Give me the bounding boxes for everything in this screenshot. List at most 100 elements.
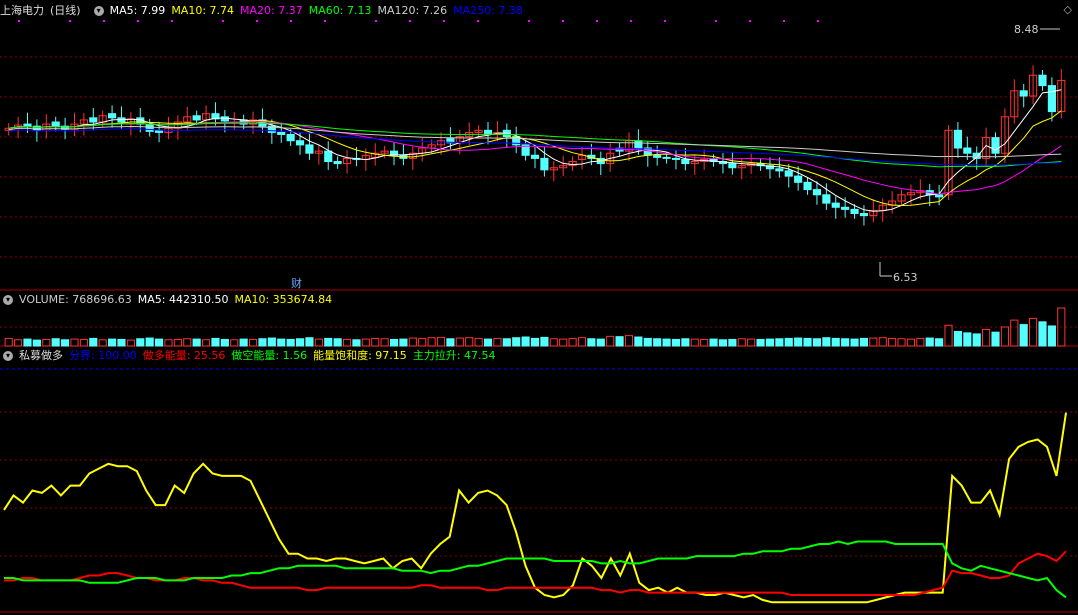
candle-body [841, 206, 850, 210]
signal-dot [137, 20, 139, 22]
volume-bar [775, 338, 784, 347]
volume-bar [521, 336, 530, 347]
candle-body [794, 175, 803, 183]
signal-dot [290, 20, 292, 22]
candle-body [483, 129, 493, 135]
volume-bar [925, 337, 934, 347]
volume-bar [389, 338, 399, 347]
signal-dot [409, 20, 411, 22]
signal-dot [443, 20, 445, 22]
candle-body [277, 131, 286, 135]
volume-bar [624, 335, 634, 347]
candle-body [681, 158, 690, 165]
volume-bar [709, 338, 718, 347]
volume-bar [399, 338, 408, 347]
candle-body [333, 161, 342, 165]
volume-bar [512, 337, 521, 347]
volume-bar [1010, 319, 1019, 347]
candle-body [991, 137, 1000, 154]
volume-bar [446, 338, 455, 347]
volume-bar [61, 339, 70, 347]
volume-bar [98, 339, 107, 347]
candle-body [540, 157, 549, 171]
volume-bar [295, 338, 305, 347]
volume-bar [803, 337, 812, 347]
volume-bar [361, 338, 370, 347]
volume-bar [211, 337, 220, 347]
volume-bar [164, 339, 173, 347]
stock-chart[interactable]: 8.48 6.53 财 [0, 0, 1078, 615]
volume-bar [145, 337, 154, 347]
volume-bar [493, 337, 502, 347]
volume-bar [991, 331, 1000, 347]
signal-dot [562, 20, 564, 22]
candle-body [192, 115, 201, 121]
volume-bar [117, 338, 126, 347]
signal-dot [171, 20, 173, 22]
candle-body [108, 113, 117, 119]
signal-dot [18, 20, 20, 22]
candle-body [1038, 74, 1047, 87]
volume-bar [108, 338, 117, 347]
indicator-line [4, 540, 1067, 599]
candle-body [295, 140, 305, 146]
volume-bar [4, 337, 13, 347]
volume-bar [718, 339, 728, 347]
volume-bar [342, 338, 352, 347]
volume-bar [606, 335, 615, 347]
volume-bar [859, 337, 869, 347]
candle-body [850, 208, 859, 215]
volume-bar [540, 336, 549, 347]
volume-bar [756, 338, 765, 347]
volume-bar [577, 337, 587, 347]
volume-bar [1000, 326, 1009, 347]
volume-bar [70, 338, 79, 347]
volume-bar [474, 337, 483, 347]
candle-body [662, 156, 671, 159]
signal-dot [715, 20, 717, 22]
candle-body [784, 170, 793, 177]
volume-bar [126, 339, 135, 347]
candle-body [530, 154, 540, 159]
volume-bar [878, 337, 887, 347]
volume-bar [201, 339, 211, 347]
volume-bar [277, 338, 286, 347]
candle-body [822, 194, 831, 204]
candle-body [775, 168, 784, 172]
volume-bar [596, 338, 605, 347]
candle-body [286, 133, 295, 142]
volume-bar [89, 337, 98, 347]
signal-dot [749, 20, 751, 22]
volume-bar [812, 338, 822, 347]
volume-bar [183, 338, 192, 347]
volume-bar [455, 337, 464, 347]
candle-body [51, 121, 60, 127]
volume-bar [14, 339, 23, 347]
candle-body [935, 194, 944, 198]
volume-bar [916, 337, 925, 347]
signal-dot [222, 20, 224, 22]
volume-bar [1047, 325, 1056, 347]
volume-bar [643, 337, 652, 347]
volume-bar [220, 338, 229, 347]
signal-dot [528, 20, 530, 22]
volume-bar [587, 338, 596, 347]
volume-bar [822, 337, 831, 347]
volume-bar [1019, 324, 1028, 347]
signal-dot [783, 20, 785, 22]
volume-bar [888, 337, 897, 347]
event-marker[interactable]: 财 [291, 276, 302, 290]
candle-body [1047, 85, 1056, 113]
candle-body [812, 189, 822, 196]
signal-dot [817, 20, 819, 22]
volume-bar [333, 338, 342, 347]
volume-bar [897, 338, 906, 347]
volume-bar [728, 338, 737, 347]
volume-bar [794, 337, 803, 347]
signal-dot [256, 20, 258, 22]
volume-bar [1038, 321, 1047, 347]
volume-bar [192, 338, 201, 347]
volume-bar [869, 337, 878, 347]
volume-bar [559, 338, 568, 347]
candle-body [831, 202, 840, 208]
